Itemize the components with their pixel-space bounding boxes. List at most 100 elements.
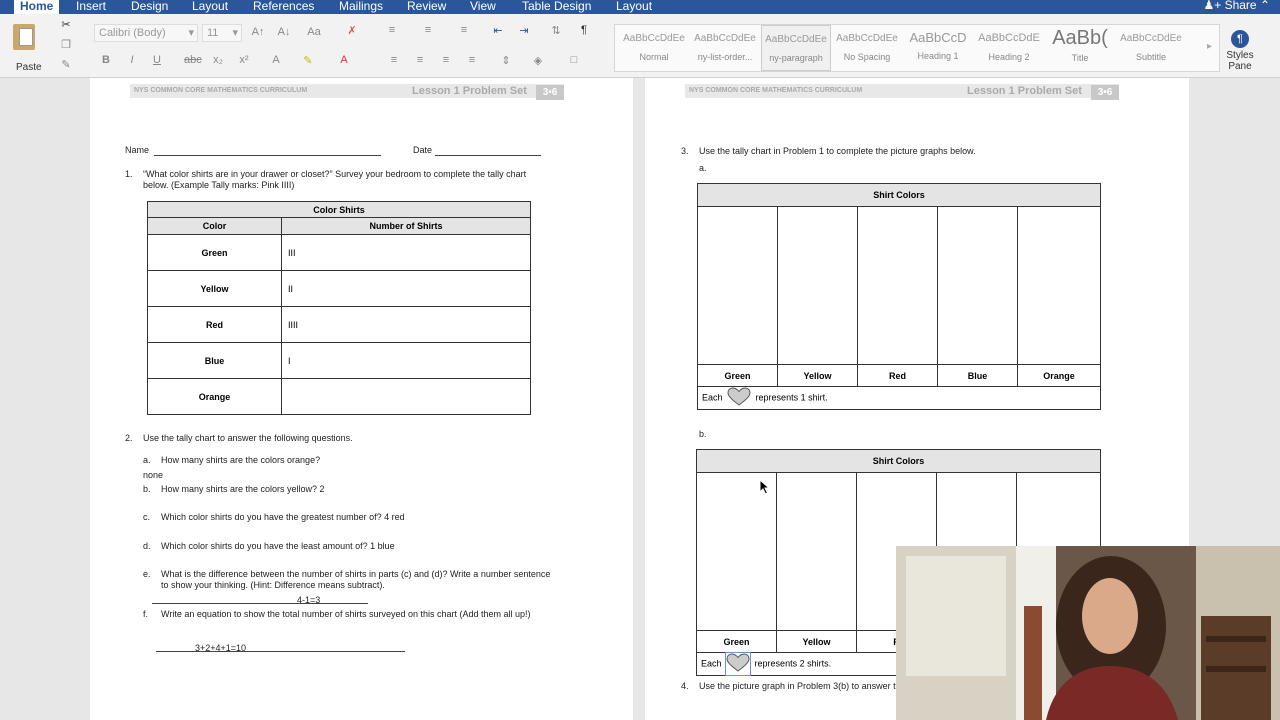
shrink-font-icon[interactable]: A↓ [276,26,292,38]
style-normal[interactable]: AaBbCcDdEe Normal [619,25,689,71]
graph-cell[interactable] [776,472,857,631]
picture-graph-a[interactable]: Shirt Colors Green Yellow Red Blue Orange Ea… [697,183,1101,410]
part-e-answer[interactable]: 4-1=3 [297,595,320,605]
share-button[interactable]: ♟+ Share ⌃ [1203,0,1270,12]
graph-cell[interactable] [697,206,778,365]
part-d-question[interactable]: Which color shirts do you have the least… [161,541,395,551]
align-right-icon[interactable]: ≡ [438,54,454,66]
style-subtitle[interactable]: AaBbCcDdEe Subtitle [1116,25,1186,71]
style-heading-1[interactable]: AaBbCcD Heading 1 [903,25,973,71]
paste-button[interactable]: Paste [10,22,46,73]
font-name-select[interactable]: Calibri (Body) ▾ [94,24,198,42]
gallery-next-icon[interactable]: ▸ [1207,41,1212,52]
date-line[interactable] [435,155,541,156]
graph-cell[interactable] [777,206,858,365]
webcam-video-image [896,546,1280,720]
multilevel-list-icon[interactable]: ≡ [456,24,472,36]
sort-icon[interactable]: ⇅ [548,24,564,37]
font-color-icon[interactable]: A [336,54,352,66]
tab-table-design[interactable]: Table Design [522,0,591,14]
table-row: Blue I [147,342,531,379]
color-cell[interactable]: Blue [147,342,282,379]
bullets-icon[interactable]: ≡ [384,24,400,36]
styles-pane-button[interactable]: ¶ Styles Pane [1222,26,1258,74]
lesson-title: Lesson 1 Problem Set [967,85,1082,97]
tally-cell[interactable]: II [281,270,531,307]
question-2-text: Use the tally chart to answer the follow… [143,433,353,443]
tab-references[interactable]: References [253,0,314,14]
tab-layout[interactable]: Layout [192,0,228,14]
graph-label: Red [857,364,938,387]
align-left-icon[interactable]: ≡ [386,54,402,66]
tally-cell[interactable]: I [281,342,531,379]
part-b-question[interactable]: How many shirts are the colors yellow? 2 [161,484,325,494]
tally-chart-table[interactable]: Color Shirts Color Number of Shirts Green… [147,201,531,415]
document-page-1[interactable]: NYS COMMON CORE MATHEMATICS CURRICULUM L… [90,78,633,720]
heart-icon[interactable] [725,652,752,676]
subscript-icon[interactable]: x₂ [210,54,226,66]
style-no-spacing[interactable]: AaBbCcDdEe No Spacing [832,25,902,71]
styles-gallery: AaBbCcDdEe Normal AaBbCcDdEe ny-list-order… [614,24,1220,72]
borders-icon[interactable]: □ [566,54,582,66]
part-f-answer[interactable]: 3+2+4+1=10 [195,643,246,653]
tally-cell[interactable]: III [281,234,531,271]
tally-cell[interactable] [281,378,531,415]
table-row: Yellow II [147,270,531,307]
part-c-question[interactable]: Which color shirts do you have the great… [161,512,405,522]
name-line[interactable] [154,155,381,156]
tab-home[interactable]: Home [14,0,60,14]
tab-mailings[interactable]: Mailings [339,0,383,14]
graph-label: Yellow [776,630,857,653]
table-row: Red IIII [147,306,531,343]
shading-icon[interactable]: ◈ [530,54,546,67]
highlight-icon[interactable]: ✎ [300,54,316,67]
clear-formatting-icon[interactable]: ✗ [344,24,360,37]
underline-icon[interactable]: U [149,54,165,66]
line-spacing-icon[interactable]: ⇕ [498,54,514,67]
style-ny-paragraph[interactable]: AaBbCcDdEe ny-paragraph [761,25,831,71]
tab-insert[interactable]: Insert [76,0,106,14]
part-a-answer[interactable]: none [143,470,163,480]
align-center-icon[interactable]: ≡ [412,54,428,66]
color-cell[interactable]: Red [147,306,282,343]
justify-icon[interactable]: ≡ [464,54,480,66]
show-formatting-icon[interactable]: ¶ [576,24,592,36]
italic-icon[interactable]: I [124,54,140,66]
tab-view[interactable]: View [470,0,496,14]
curriculum-label: NYS COMMON CORE MATHEMATICS CURRICULUM [689,87,863,94]
color-cell[interactable]: Orange [147,378,282,415]
bold-icon[interactable]: B [98,54,114,66]
cut-icon[interactable]: ✂ [58,18,74,31]
part-f-question: Write an equation to show the total numb… [161,609,531,619]
style-ny-list-order[interactable]: AaBbCcDdEe ny-list-order... [690,25,760,71]
style-heading-2[interactable]: AaBbCcDdE Heading 2 [974,25,1044,71]
question-number: 4. [681,681,689,691]
color-cell[interactable]: Green [147,234,282,271]
graph-cell[interactable] [857,206,938,365]
part-e-question: What is the difference between the numbe… [161,569,551,579]
grow-font-icon[interactable]: A↑ [250,26,266,38]
tab-table-layout[interactable]: Layout [616,0,652,14]
graph-cell[interactable] [1017,206,1101,365]
numbering-icon[interactable]: ≡ [420,24,436,36]
strikethrough-icon[interactable]: abc [184,54,202,66]
tab-design[interactable]: Design [131,0,168,14]
text-effects-icon[interactable]: A [268,54,284,66]
superscript-icon[interactable]: x² [236,54,252,66]
format-painter-icon[interactable]: ✎ [58,58,74,71]
style-title[interactable]: AaBb(Title [1045,25,1115,71]
graph-title: Shirt Colors [696,449,1101,473]
color-cell[interactable]: Yellow [147,270,282,307]
graph-cell[interactable] [937,206,1018,365]
change-case-icon[interactable]: Aa [306,26,322,38]
part-letter: b. [699,429,707,439]
question-number: 2. [125,433,133,443]
increase-indent-icon[interactable]: ⇥ [516,24,532,37]
font-size-select[interactable]: 11 ▾ [202,24,242,42]
tab-review[interactable]: Review [407,0,446,14]
collapse-ribbon-icon[interactable]: ⌃ [1260,0,1270,12]
decrease-indent-icon[interactable]: ⇤ [490,24,506,37]
copy-icon[interactable]: ❐ [58,38,74,51]
tally-cell[interactable]: IIII [281,306,531,343]
graph-label: Blue [937,364,1018,387]
